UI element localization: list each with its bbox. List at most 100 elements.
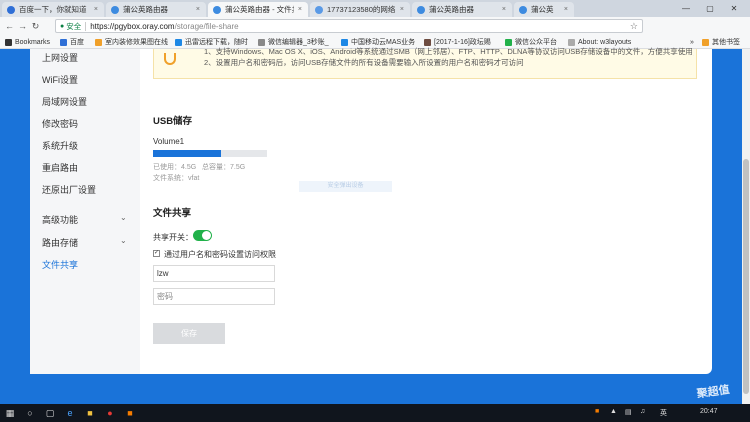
bookmark-item[interactable]: 百度 (60, 37, 84, 47)
reload-icon[interactable]: ↻ (29, 21, 42, 32)
used-value: 4.5G (181, 164, 197, 171)
close-tab-icon[interactable]: × (298, 6, 302, 13)
close-window-button[interactable]: ✕ (722, 0, 746, 17)
maximize-button[interactable]: ▢ (698, 0, 722, 17)
taskbar: ▦ ○ ▢ e ■ ● ■ ■ ▲ ▤ ♫ 英 20:47 (0, 404, 750, 422)
sidebar-item-storage[interactable]: 路由存储 (42, 236, 78, 249)
scrollbar[interactable] (742, 49, 750, 404)
bookmarks-icon (5, 38, 12, 46)
sidebar-item-lan[interactable]: 局域网设置 (42, 95, 87, 108)
app-icon[interactable]: ■ (124, 407, 136, 419)
share-section-title: 文件共享 (153, 208, 192, 219)
share-toggle[interactable] (193, 230, 212, 241)
usage-text: 已使用：4.5G 总容量：7.5G (153, 162, 245, 172)
bookmark-label: About: w3layouts (578, 38, 632, 46)
network-icon[interactable]: ▤ (625, 408, 632, 416)
filesystem-text: 文件系统：vfat (153, 173, 199, 183)
minimize-button[interactable]: — (674, 0, 698, 17)
page-icon (568, 38, 575, 46)
tab-strip: 百度一下，你就知道 × 蒲公英路由器 × 蒲公英路由器 - 文件共享 × 177… (0, 0, 750, 17)
close-tab-icon[interactable]: × (400, 6, 404, 13)
windows-start-icon[interactable]: ▦ (4, 407, 16, 419)
address-bar-row: ← → ↻ ● 安全 https://pgybox.oray.com /stor… (0, 17, 750, 48)
tab-pgy-2[interactable]: 蒲公英路由器 × (412, 2, 512, 17)
tab-pgy-1[interactable]: 蒲公英路由器 × (106, 2, 206, 17)
secure-label: 安全 (66, 21, 82, 31)
network-favicon-icon (315, 5, 323, 14)
search-icon[interactable]: ○ (24, 407, 36, 419)
divider (85, 21, 87, 31)
eject-button[interactable]: 安全弹出设备 (299, 181, 392, 192)
toggle-knob (202, 231, 211, 240)
sidebar-item-password[interactable]: 修改密码 (42, 117, 78, 130)
close-tab-icon[interactable]: × (196, 6, 200, 13)
tray-app-icon[interactable]: ■ (595, 408, 599, 415)
usage-bar-fill (153, 150, 222, 157)
news-icon (424, 38, 431, 46)
url-path: /storage/file-share (174, 21, 239, 31)
tab-file-share[interactable]: 蒲公英路由器 - 文件共享 × (208, 2, 308, 17)
chevron-down-icon[interactable]: ⌄ (120, 213, 127, 222)
task-view-icon[interactable]: ▢ (44, 407, 56, 419)
ime-indicator[interactable]: 英 (660, 408, 667, 418)
auth-checkbox[interactable]: ✓ (153, 250, 160, 257)
wechat-icon (505, 38, 512, 46)
chrome-icon[interactable]: ● (104, 407, 116, 419)
notice-line-1: 1、支持Windows、Mac OS X、iOS、Android等系统通过SMB… (204, 47, 694, 56)
sidebar-item-upgrade[interactable]: 系统升级 (42, 139, 78, 152)
bookmark-item[interactable]: 室内装修效果图在线 (95, 37, 173, 47)
pgy-favicon-icon (519, 5, 527, 14)
lock-icon: ● (60, 22, 65, 30)
folder-icon[interactable]: ■ (84, 407, 96, 419)
usb-section-title: USB储存 (153, 116, 193, 127)
tab-label: 蒲公英路由器 (429, 5, 474, 14)
fs-label: 文件系统： (153, 175, 188, 182)
editor-icon (258, 38, 265, 46)
tab-label: 蒲公英 (531, 5, 554, 14)
notice-line-2: 2、设置用户名和密码后，访问USB存储文件的所有设备需要输入所设置的用户名和密码… (204, 58, 524, 67)
sidebar-item-reboot[interactable]: 重启路由 (42, 161, 78, 174)
password-input[interactable]: 密码 (153, 288, 275, 305)
bookmark-label: 其他书签 (712, 39, 740, 46)
bookmark-star-icon[interactable]: ☆ (630, 21, 638, 32)
pgy-favicon-icon (417, 5, 425, 14)
username-input[interactable]: lzw (153, 265, 275, 282)
tab-baidu[interactable]: 百度一下，你就知道 × (2, 2, 104, 17)
xunlei-icon (175, 38, 182, 46)
forward-icon[interactable]: → (16, 21, 29, 31)
sidebar-item-advanced[interactable]: 高级功能 (42, 213, 78, 226)
save-button[interactable]: 保存 (153, 323, 225, 344)
total-value: 7.5G (230, 164, 246, 171)
info-notice: 1、支持Windows、Mac OS X、iOS、Android等系统通过SMB… (153, 47, 697, 79)
share-switch-label: 共享开关： (153, 233, 193, 242)
tab-label: 蒲公英路由器 (123, 5, 168, 14)
used-label: 已使用： (153, 164, 181, 171)
sidebar-item-internet[interactable]: 上网设置 (42, 51, 78, 64)
volume-name: Volume1 (153, 137, 185, 146)
close-tab-icon[interactable]: × (564, 6, 568, 13)
scrollbar-thumb[interactable] (743, 159, 749, 394)
other-bookmarks[interactable]: 其他书签 (702, 37, 740, 47)
tab-network[interactable]: 17737123580的网络 × (310, 2, 410, 17)
edge-icon[interactable]: e (64, 407, 76, 419)
baidu-favicon-icon (7, 5, 15, 14)
back-icon[interactable]: ← (3, 21, 16, 31)
pgy-favicon-icon (111, 5, 119, 14)
volume-icon[interactable]: ♫ (640, 408, 645, 415)
tab-pgy-3[interactable]: 蒲公英 × (514, 2, 574, 17)
tab-label: 17737123580的网络 (327, 5, 396, 14)
total-label: 总容量： (202, 164, 231, 171)
sidebar-item-file-share[interactable]: 文件共享 (42, 258, 78, 271)
bookmark-label: 室内装修效果图在线 (105, 39, 168, 46)
chevron-down-icon[interactable]: ⌄ (120, 236, 127, 245)
bookmarks-menu[interactable]: Bookmarks (5, 37, 50, 47)
sidebar-item-wifi[interactable]: WiFi设置 (42, 73, 78, 86)
tray-icon[interactable]: ▲ (610, 408, 617, 415)
close-tab-icon[interactable]: × (94, 6, 98, 13)
url-input[interactable]: ● 安全 https://pgybox.oray.com /storage/fi… (55, 19, 643, 33)
close-tab-icon[interactable]: × (502, 6, 506, 13)
baidu-icon (60, 38, 67, 46)
mobile-icon (341, 38, 348, 46)
clock[interactable]: 20:47 (700, 408, 718, 415)
sidebar-item-factory-reset[interactable]: 还原出厂设置 (42, 183, 96, 196)
